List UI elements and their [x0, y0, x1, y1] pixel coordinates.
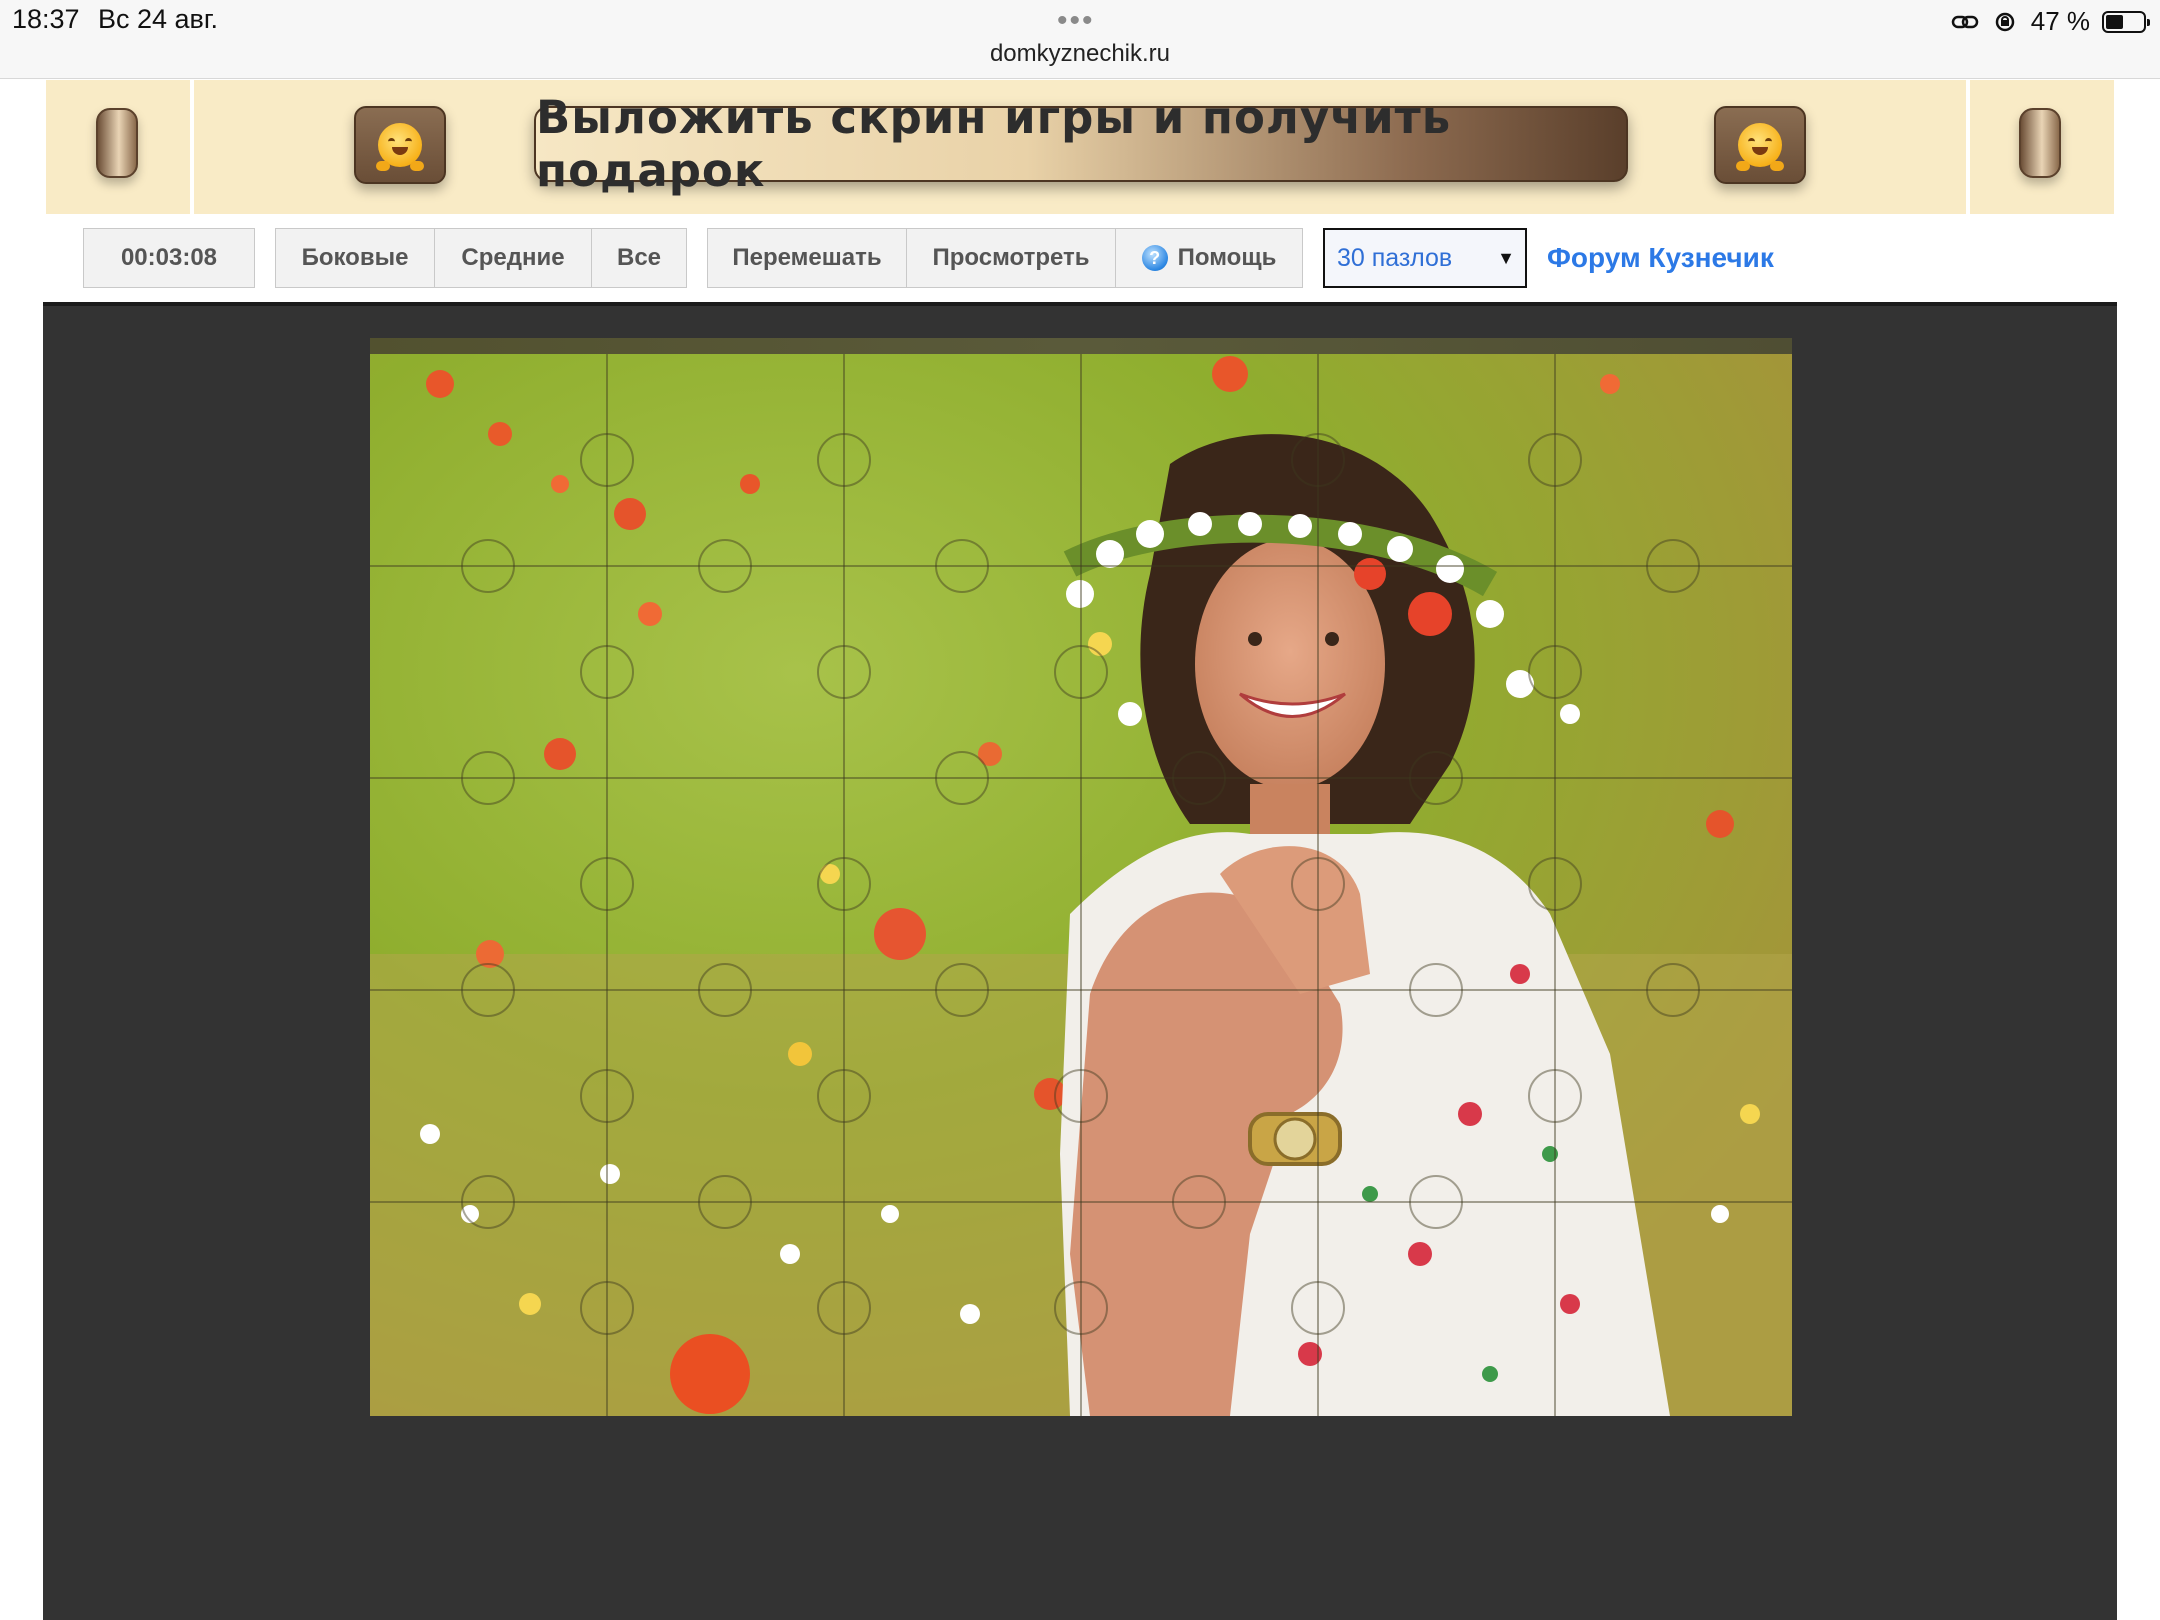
shuffle-button[interactable]: Перемешать	[707, 228, 907, 288]
help-button[interactable]: ? Помощь	[1116, 228, 1303, 288]
piece-count-select[interactable]: 30 пазлов ▼	[1323, 228, 1527, 288]
status-date: Вс 24 авг.	[98, 4, 218, 34]
forum-link[interactable]: Форум Кузнечик	[1547, 242, 1774, 274]
battery-icon	[2102, 10, 2150, 33]
timer-display: 00:03:08	[83, 228, 255, 288]
puzzle-picture	[370, 354, 1792, 1416]
battery-percent: 47 %	[2030, 6, 2090, 36]
banner-decor-right	[2019, 108, 2061, 178]
banner-divider	[1966, 80, 1970, 214]
hugging-face-icon[interactable]	[1714, 106, 1806, 184]
status-bar: 18:37 Вс 24 авг. ••• domkyznechik.ru 47 …	[0, 0, 2160, 79]
banner-text: Выложить скрин игры и получить подарок	[536, 91, 1452, 197]
filter-middle-button[interactable]: Средние	[435, 228, 592, 288]
banner-divider	[190, 80, 194, 214]
multitasking-dots[interactable]: •••	[1057, 4, 1095, 38]
address-bar-url[interactable]: domkyznechik.ru	[0, 40, 2160, 68]
orientation-lock-icon	[1995, 12, 2014, 31]
question-icon: ?	[1141, 245, 1168, 271]
status-right-group: 47 %	[1951, 6, 2150, 37]
dropdown-arrow-icon: ▼	[1497, 248, 1515, 268]
status-time: 18:37	[12, 4, 80, 34]
link-icon	[1951, 15, 1978, 28]
banner-decor-left	[96, 108, 138, 178]
help-button-label: Помощь	[1177, 244, 1277, 271]
hugging-face-icon[interactable]	[354, 106, 446, 184]
puzzle-image[interactable]	[370, 354, 1792, 1416]
banner-share-screenshot-button[interactable]: Выложить скрин игры и получить подарок	[534, 91, 1628, 197]
preview-button[interactable]: Просмотреть	[907, 228, 1116, 288]
filter-all-button[interactable]: Все	[592, 228, 687, 288]
piece-count-value: 30 пазлов	[1337, 243, 1453, 272]
battery-level	[2106, 14, 2123, 29]
promo-banner: Выложить скрин игры и получить подарок	[46, 80, 2114, 214]
game-toolbar: 00:03:08 Боковые Средние Все Перемешать …	[0, 226, 2160, 298]
filter-edges-button[interactable]: Боковые	[275, 228, 435, 288]
